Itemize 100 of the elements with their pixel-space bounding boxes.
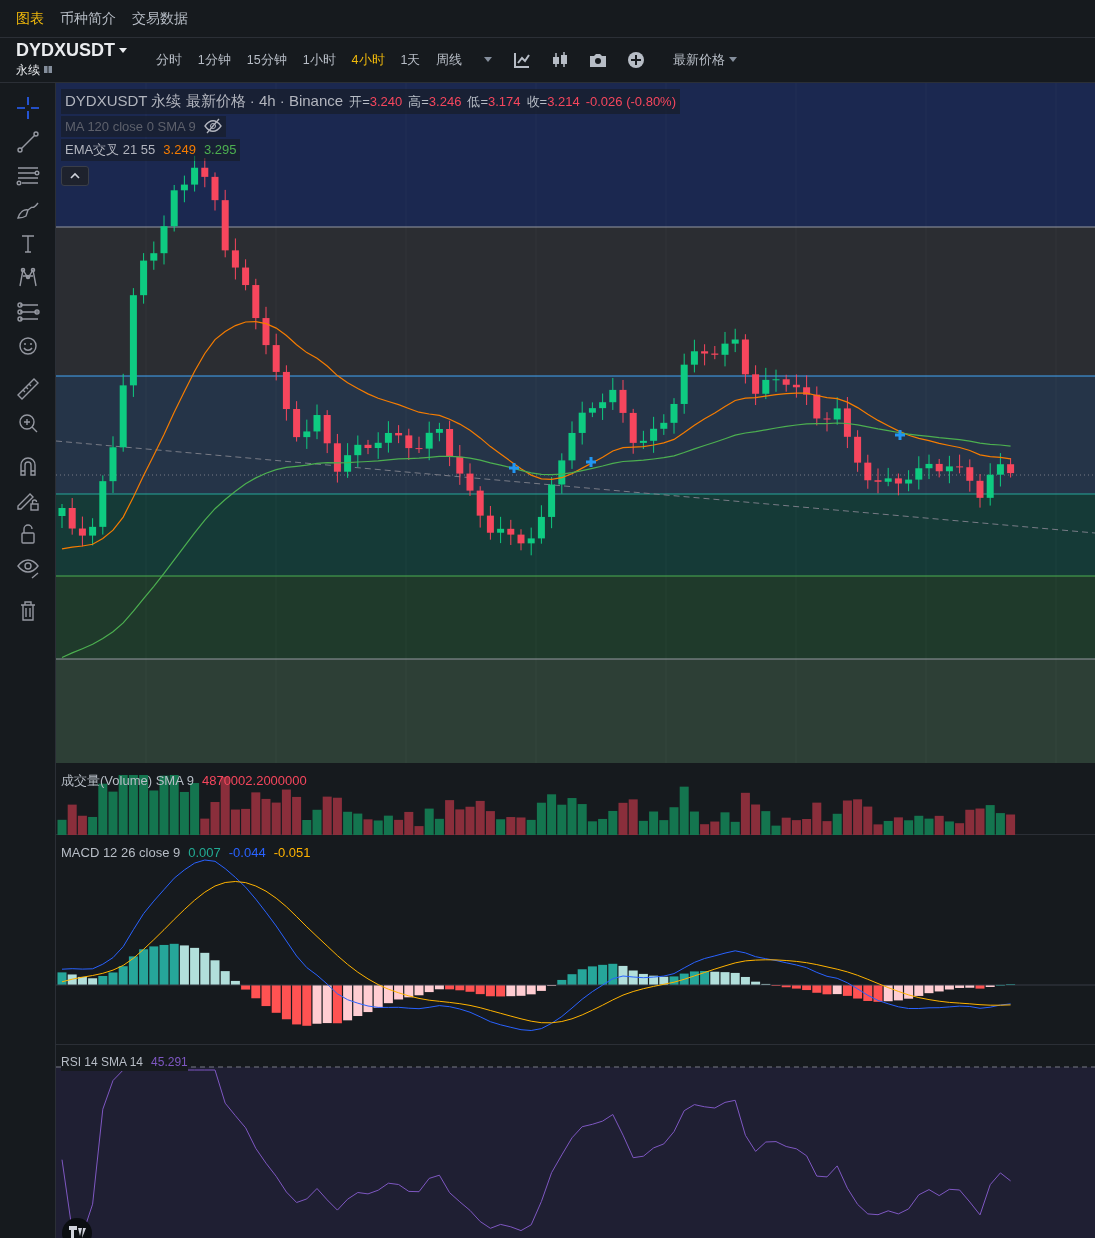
chevron-up-icon	[69, 170, 81, 181]
histogram-bar	[506, 985, 516, 997]
histogram-bar	[475, 985, 485, 995]
contract-type: 永续	[16, 61, 40, 79]
nav-tab[interactable]: 交易数据	[132, 8, 188, 29]
indicator-value: -0.044	[228, 844, 266, 862]
histogram-bar	[720, 972, 730, 985]
trend-line[interactable]	[56, 440, 1095, 534]
histogram-bar	[302, 985, 312, 1026]
histogram-bar	[353, 985, 363, 1017]
histogram-bar	[516, 985, 526, 996]
interval-tab[interactable]: 分时	[147, 50, 190, 70]
price-change: -0.026 (-0.80%)	[585, 92, 676, 111]
interval-tab[interactable]: 1分钟	[189, 50, 239, 70]
histogram-bar	[394, 985, 404, 1000]
histogram-bar	[873, 985, 883, 1002]
histogram-bar	[618, 965, 628, 985]
add-icon[interactable]	[627, 51, 645, 69]
nav-tab[interactable]: 币种简介	[60, 8, 116, 29]
histogram-bar	[77, 976, 87, 985]
histogram-bar	[883, 985, 893, 1002]
histogram-bar	[322, 985, 332, 1024]
interval-tab[interactable]: 4小时	[343, 50, 393, 70]
histogram-bar	[608, 963, 618, 985]
camera-icon[interactable]	[589, 51, 607, 69]
histogram-bar	[383, 985, 393, 1004]
histogram-bar	[679, 973, 689, 985]
indicator-label: RSI 14 SMA 14	[61, 1054, 144, 1071]
histogram-bar	[271, 985, 281, 1013]
ohlc-value: 高=3.246	[408, 92, 462, 111]
histogram-bar	[332, 985, 342, 1024]
histogram-bar	[863, 985, 873, 1001]
histogram-bar	[179, 945, 189, 985]
histogram-bar	[414, 985, 424, 996]
histogram-bar	[649, 975, 659, 985]
histogram-bar	[67, 974, 77, 985]
histogram-bar	[842, 985, 852, 996]
histogram-bar	[924, 985, 934, 994]
caret-icon[interactable]	[483, 56, 494, 64]
histogram-bar	[485, 985, 495, 997]
indicator-icon[interactable]	[513, 51, 531, 69]
book-icon	[43, 65, 54, 75]
indicator-value: 3.249	[163, 141, 196, 159]
histogram-bar	[893, 985, 903, 1001]
cross-marker-icon	[507, 461, 521, 475]
histogram-bar	[292, 985, 302, 1025]
histogram-bar	[689, 971, 699, 985]
indicator-value: 3.295	[203, 141, 237, 159]
interval-tab[interactable]: 1天	[392, 50, 429, 70]
histogram-bar	[598, 964, 608, 985]
ohlc-value: 低=3.174	[467, 92, 521, 111]
histogram-bar	[587, 966, 597, 985]
indicator-value: 4870002.2000000	[201, 772, 307, 790]
indicator-value: 0.007	[188, 844, 221, 862]
histogram-bar	[700, 971, 710, 985]
indicator-label: 成交量(Volume) SMA 9	[61, 772, 194, 790]
histogram-bar	[710, 971, 720, 985]
hidden-eye-icon[interactable]	[203, 118, 222, 135]
histogram-bar	[659, 976, 669, 985]
histogram-bar	[281, 985, 291, 1020]
histogram-bar	[139, 949, 149, 985]
histogram-bar	[914, 985, 924, 996]
indicator-label: MA 120 close 0 SMA 9	[65, 117, 196, 136]
collapse-button[interactable]	[61, 165, 89, 186]
histogram-bar	[832, 985, 842, 995]
price-type-dropdown[interactable]: 最新价格	[665, 50, 747, 70]
histogram-bar	[822, 985, 832, 995]
histogram-bar	[904, 985, 914, 999]
indicator-value: -0.051	[273, 844, 311, 862]
symbol-selector[interactable]: DYDXUSDT	[16, 41, 129, 61]
interval-tab[interactable]: 周线	[428, 50, 471, 70]
caret-icon	[118, 47, 129, 55]
cross-marker-icon	[584, 455, 598, 469]
nav-tab[interactable]: 图表	[16, 8, 44, 29]
indicator-value: 45.291	[151, 1054, 188, 1071]
cross-marker-icon	[893, 428, 907, 442]
histogram-bar	[57, 972, 67, 985]
histogram-bar	[669, 976, 679, 985]
histogram-bar	[638, 973, 648, 985]
indicator-label: MACD 12 26 close 9	[61, 844, 181, 862]
histogram-bar	[496, 985, 506, 997]
histogram-bar	[200, 952, 210, 985]
histogram-bar	[159, 944, 169, 985]
histogram-bar	[404, 985, 414, 998]
interval-tab[interactable]: 1小时	[294, 50, 344, 70]
candlestick-icon[interactable]	[551, 51, 569, 69]
caret-icon	[728, 56, 739, 64]
histogram-bar	[169, 943, 179, 985]
histogram-bar	[149, 946, 159, 985]
logo-icon[interactable]	[62, 1218, 92, 1238]
histogram-bar	[343, 985, 353, 1021]
histogram-bar	[363, 985, 373, 1013]
histogram-bar	[373, 985, 383, 1008]
interval-tab[interactable]: 15分钟	[238, 50, 295, 70]
ohlc-value: 收=3.214	[526, 92, 580, 111]
histogram-bar	[853, 985, 863, 999]
ohlc-value: 开=3.240	[349, 92, 403, 111]
histogram-bar	[628, 970, 638, 985]
histogram-bar	[190, 947, 200, 985]
histogram-bar	[312, 985, 322, 1024]
